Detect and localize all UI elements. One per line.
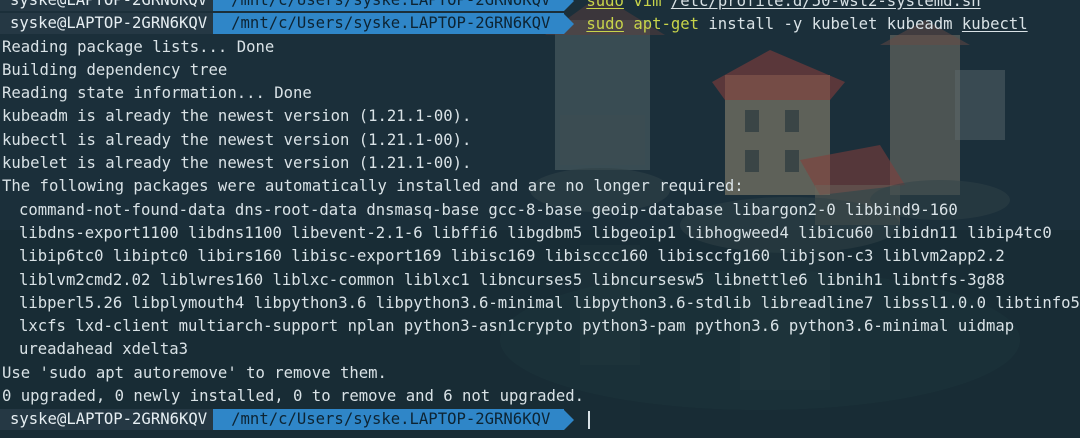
command-sudo: sudo	[586, 0, 624, 10]
package-list-line: lxcfs lxd-client multiarch-support nplan…	[19, 317, 1015, 336]
package-list-line: ureadahead xdelta3	[19, 340, 188, 359]
output-line: 0 upgraded, 0 newly installed, 0 to remo…	[2, 387, 585, 406]
command-args: /etc/profile.d/50-wsl2-systemd.sh	[670, 0, 981, 10]
prompt-user-label: syske@LAPTOP-2GRN6KQV	[10, 14, 208, 33]
text-cursor[interactable]	[588, 410, 591, 429]
prompt-path: /mnt/c/Users/syske.LAPTOP-2GRN6KQV	[213, 409, 565, 431]
prompt-path-label: /mnt/c/Users/syske.LAPTOP-2GRN6KQV	[231, 0, 551, 10]
command-binary: vim	[633, 0, 662, 10]
terminal-window[interactable]: syske@LAPTOP-2GRN6KQV/mnt/c/Users/syske.…	[0, 0, 1080, 438]
output-line: kubelet is already the newest version (1…	[2, 154, 472, 173]
prompt-arrow-icon	[564, 409, 575, 430]
prompt-arrow-icon	[564, 0, 575, 11]
output-line: Reading package lists... Done	[2, 37, 275, 56]
package-list-line: libdns-export1100 libdns1100 libevent-2.…	[19, 223, 1052, 242]
prompt-path-label: /mnt/c/Users/syske.LAPTOP-2GRN6KQV	[231, 410, 551, 429]
output-line: Use 'sudo apt autoremove' to remove them…	[2, 363, 387, 382]
prompt-path: /mnt/c/Users/syske.LAPTOP-2GRN6KQV	[213, 0, 565, 12]
prompt-line: syske@LAPTOP-2GRN6KQV/mnt/c/Users/syske.…	[0, 0, 1080, 12]
output-line: Reading state information... Done	[2, 84, 312, 103]
prompt-user-label: syske@LAPTOP-2GRN6KQV	[10, 0, 208, 10]
package-list-line: libip6tc0 libiptc0 libirs160 libisc-expo…	[19, 247, 1005, 266]
prompt-user: syske@LAPTOP-2GRN6KQV	[0, 13, 223, 35]
prompt-path-label: /mnt/c/Users/syske.LAPTOP-2GRN6KQV	[231, 14, 551, 33]
current-prompt-line[interactable]: syske@LAPTOP-2GRN6KQV/mnt/c/Users/syske.…	[0, 408, 1080, 431]
package-list-line: libperl5.26 libplymouth4 libpython3.6 li…	[19, 293, 1080, 312]
package-list-line: command-not-found-data dns-root-data dns…	[19, 200, 958, 219]
command-sudo: sudo	[586, 14, 624, 33]
prompt-arrow-icon	[564, 13, 575, 34]
command-args: install -y kubelet kubeadm	[708, 14, 953, 33]
prompt-user: syske@LAPTOP-2GRN6KQV	[0, 0, 223, 12]
command-binary: apt-get	[633, 14, 700, 33]
package-list-line: liblvm2cmd2.02 liblwres160 liblxc-common…	[19, 270, 1005, 289]
command-last-arg: kubectl	[961, 14, 1028, 33]
prompt-user: syske@LAPTOP-2GRN6KQV	[0, 409, 223, 431]
output-line: kubeadm is already the newest version (1…	[2, 107, 472, 126]
output-line: kubectl is already the newest version (1…	[2, 130, 472, 149]
prompt-path: /mnt/c/Users/syske.LAPTOP-2GRN6KQV	[213, 13, 565, 35]
terminal-content[interactable]: syske@LAPTOP-2GRN6KQV/mnt/c/Users/syske.…	[0, 0, 1080, 432]
output-line: Building dependency tree	[2, 60, 228, 79]
prompt-user-label: syske@LAPTOP-2GRN6KQV	[10, 410, 208, 429]
output-line: The following packages were automaticall…	[2, 177, 744, 196]
prompt-line: syske@LAPTOP-2GRN6KQV/mnt/c/Users/syske.…	[0, 12, 1080, 35]
